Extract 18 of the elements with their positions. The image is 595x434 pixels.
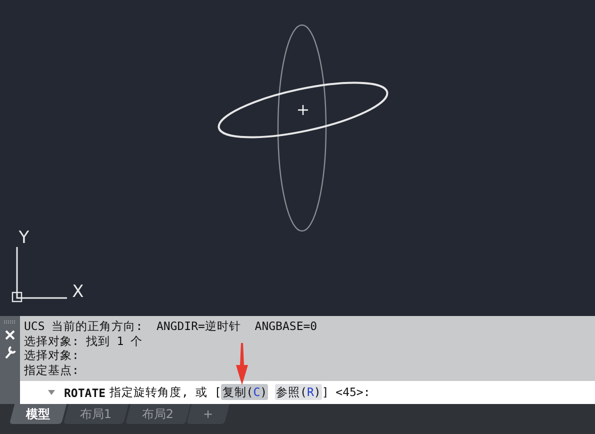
command-history-line: 选择对象: 找到 1 个 (24, 334, 144, 348)
command-history-line: 指定基点: (24, 362, 80, 377)
crosshair-icon (297, 104, 309, 116)
grip-icon[interactable] (3, 320, 17, 324)
add-tab-button[interactable]: + (186, 404, 230, 424)
layout-tab[interactable]: 布局2 (124, 404, 190, 424)
annotation-arrow-icon (235, 343, 249, 385)
caret-icon[interactable] (48, 390, 55, 395)
layout-tab[interactable]: 模型 (9, 404, 67, 424)
y-axis-label: Y (18, 228, 30, 248)
wrench-icon[interactable] (4, 346, 16, 359)
x-axis-label: X (72, 282, 84, 302)
command-input-field[interactable]: ROTATE 指定旋转角度, 或 [复制(C) 参照(R)] <45>: (20, 381, 595, 404)
ucs-axes-drawing (12, 247, 67, 302)
command-history-line: UCS 当前的正角方向: ANGDIR=逆时针 ANGBASE=0 (24, 319, 318, 334)
command-history-line: 选择对象: (24, 348, 80, 362)
layout-tab[interactable]: 布局1 (63, 404, 128, 424)
close-icon[interactable] (5, 330, 15, 340)
